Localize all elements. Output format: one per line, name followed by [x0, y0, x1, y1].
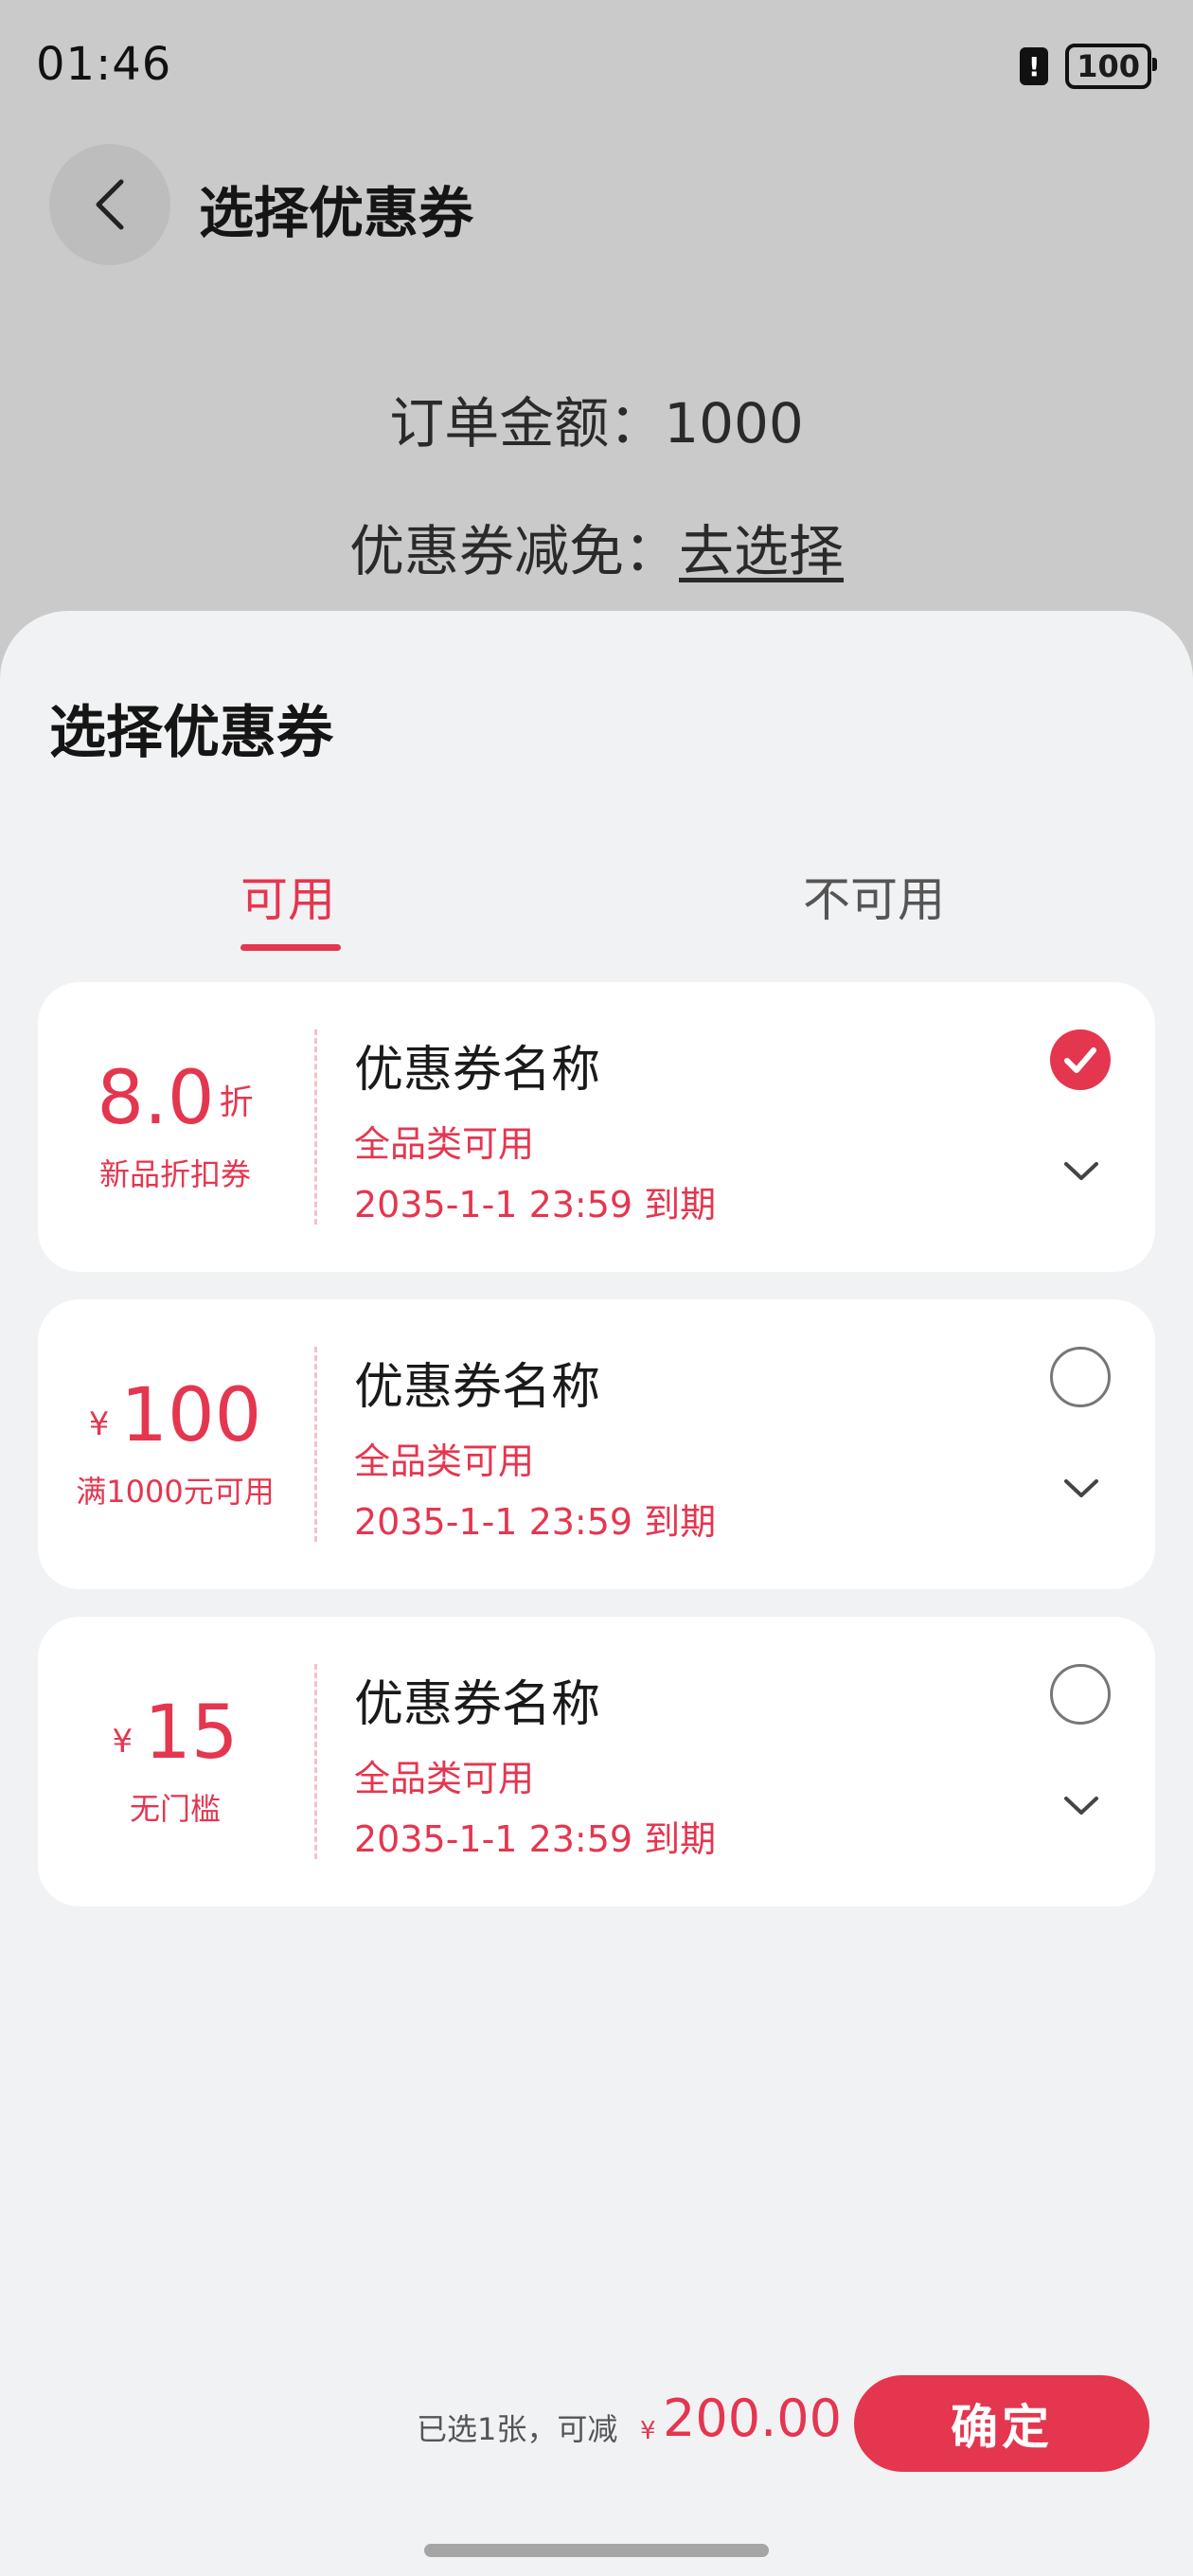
coupon-divider	[314, 1664, 317, 1859]
summary-amount: 200.00	[663, 2388, 842, 2448]
coupon-scope: 全品类可用	[354, 1758, 535, 1799]
order-amount-label: 订单金额：	[389, 391, 665, 456]
confirm-button[interactable]: 确定	[854, 2375, 1149, 2472]
chevron-down-icon[interactable]	[1062, 1160, 1100, 1183]
chevron-down-icon[interactable]	[1062, 1477, 1100, 1500]
coupon-select-radio[interactable]	[1050, 1029, 1111, 1090]
coupon-name: 优惠券名称	[354, 1676, 601, 1733]
coupon-expiry: 2035-1-1 23:59 到期	[354, 1184, 717, 1225]
coupon-divider	[314, 1029, 317, 1225]
order-amount: 订单金额：1000	[0, 379, 1193, 458]
coupon-value-area: 8.0 折 新品折扣券	[38, 982, 312, 1272]
coupon-currency: ¥	[88, 1405, 110, 1443]
coupon-name: 优惠券名称	[354, 1359, 601, 1416]
back-arrow-icon	[96, 179, 124, 230]
selection-summary: 已选1张，可减	[417, 2411, 618, 2447]
coupon-select-radio[interactable]	[1050, 1347, 1111, 1407]
battery-icon: 100	[1065, 44, 1157, 89]
coupon-value-area: ¥15 无门槛	[38, 1617, 312, 1906]
coupon-name: 优惠券名称	[354, 1042, 601, 1099]
coupon-condition: 满1000元可用	[76, 1474, 275, 1510]
alert-icon: !	[1020, 47, 1049, 85]
sheet-title: 选择优惠券	[49, 700, 333, 766]
tab-unavailable[interactable]: 不可用	[803, 862, 945, 930]
status-icons: ! 100	[1020, 44, 1157, 89]
coupon-card[interactable]: ¥100 满1000元可用 优惠券名称 全品类可用 2035-1-1 23:59…	[38, 1299, 1155, 1589]
coupon-value-suffix: 折	[219, 1083, 254, 1122]
tab-available[interactable]: 可用	[240, 862, 335, 930]
checkmark-icon	[1064, 1047, 1096, 1073]
coupon-scope: 全品类可用	[354, 1440, 535, 1482]
back-button[interactable]	[49, 144, 170, 265]
tab-indicator	[240, 944, 341, 951]
home-indicator[interactable]	[424, 2544, 769, 2557]
status-time: 01:46	[36, 38, 172, 91]
coupon-value-area: ¥100 满1000元可用	[38, 1299, 312, 1589]
coupon-value: 15	[144, 1690, 239, 1776]
coupon-card[interactable]: 8.0 折 新品折扣券 优惠券名称 全品类可用 2035-1-1 23:59 到…	[38, 982, 1155, 1272]
coupon-condition: 新品折扣券	[98, 1156, 251, 1192]
coupon-expiry: 2035-1-1 23:59 到期	[354, 1501, 717, 1543]
coupon-reduction-label: 优惠券减免：	[348, 519, 679, 583]
summary-currency: ¥	[640, 2417, 656, 2445]
coupon-scope: 全品类可用	[354, 1123, 535, 1165]
coupon-sheet: 选择优惠券 可用 不可用 8.0 折 新品折扣券 优惠券名称 全品类可用 203…	[0, 611, 1193, 2576]
coupon-currency: ¥	[112, 1723, 134, 1761]
coupon-select-radio[interactable]	[1050, 1664, 1111, 1725]
coupon-expiry: 2035-1-1 23:59 到期	[354, 1818, 717, 1860]
coupon-value: 100	[120, 1373, 262, 1458]
page-title: 选择优惠券	[199, 181, 474, 245]
choose-coupon-link[interactable]: 去选择	[679, 519, 844, 583]
coupon-divider	[314, 1347, 317, 1542]
chevron-down-icon[interactable]	[1062, 1795, 1100, 1817]
coupon-card[interactable]: ¥15 无门槛 优惠券名称 全品类可用 2035-1-1 23:59 到期	[38, 1617, 1155, 1906]
coupon-value: 8.0	[97, 1056, 215, 1141]
coupon-condition: 无门槛	[129, 1791, 221, 1827]
coupon-reduction: 优惠券减免：去选择	[0, 507, 1193, 586]
order-amount-value: 1000	[664, 391, 804, 456]
